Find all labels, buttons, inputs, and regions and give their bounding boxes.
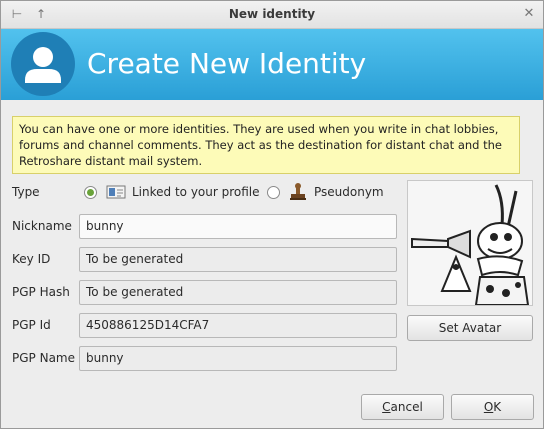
pgp-id-field[interactable]: 450886125D14CFA7 bbox=[79, 313, 397, 338]
linked-profile-label[interactable]: Linked to your profile bbox=[132, 185, 260, 199]
pgp-name-field[interactable]: bunny bbox=[79, 346, 397, 371]
ok-button[interactable]: OK bbox=[451, 394, 534, 420]
pseudonym-radio[interactable] bbox=[267, 186, 280, 199]
linked-profile-radio[interactable] bbox=[84, 186, 97, 199]
identity-avatar-icon bbox=[11, 32, 75, 96]
close-icon[interactable]: ✕ bbox=[521, 6, 537, 22]
nickname-input[interactable]: bunny bbox=[79, 214, 397, 239]
key-id-field[interactable]: To be generated bbox=[79, 247, 397, 272]
ok-mnemonic: O bbox=[483, 400, 494, 414]
white-rabbit-icon bbox=[411, 184, 530, 306]
pgp-hash-label: PGP Hash bbox=[12, 285, 70, 299]
pseudonym-stamp-icon bbox=[289, 182, 307, 205]
title-bar: ⊢ ↑ New identity ✕ bbox=[1, 1, 543, 29]
key-id-label: Key ID bbox=[12, 252, 51, 266]
pgp-hash-field[interactable]: To be generated bbox=[79, 280, 397, 305]
header-banner: Create New Identity bbox=[1, 29, 543, 100]
nickname-label: Nickname bbox=[12, 219, 72, 233]
cancel-button[interactable]: Cancel bbox=[361, 394, 444, 420]
pgp-name-label: PGP Name bbox=[12, 351, 75, 365]
new-identity-dialog: ⊢ ↑ New identity ✕ Create New Identity Y… bbox=[0, 0, 544, 429]
window-title: New identity bbox=[228, 7, 316, 21]
profile-card-icon bbox=[106, 184, 126, 203]
type-label: Type bbox=[12, 185, 40, 199]
cancel-mnemonic: C bbox=[382, 400, 391, 414]
info-notice: You can have one or more identities. The… bbox=[12, 116, 520, 174]
pgp-id-label: PGP Id bbox=[12, 318, 51, 332]
pseudonym-label[interactable]: Pseudonym bbox=[314, 185, 384, 199]
header-title: Create New Identity bbox=[87, 47, 367, 80]
cancel-label: ancel bbox=[390, 400, 423, 414]
ok-label: K bbox=[493, 400, 502, 414]
set-avatar-button[interactable]: Set Avatar bbox=[407, 315, 533, 341]
avatar-image bbox=[407, 180, 533, 306]
